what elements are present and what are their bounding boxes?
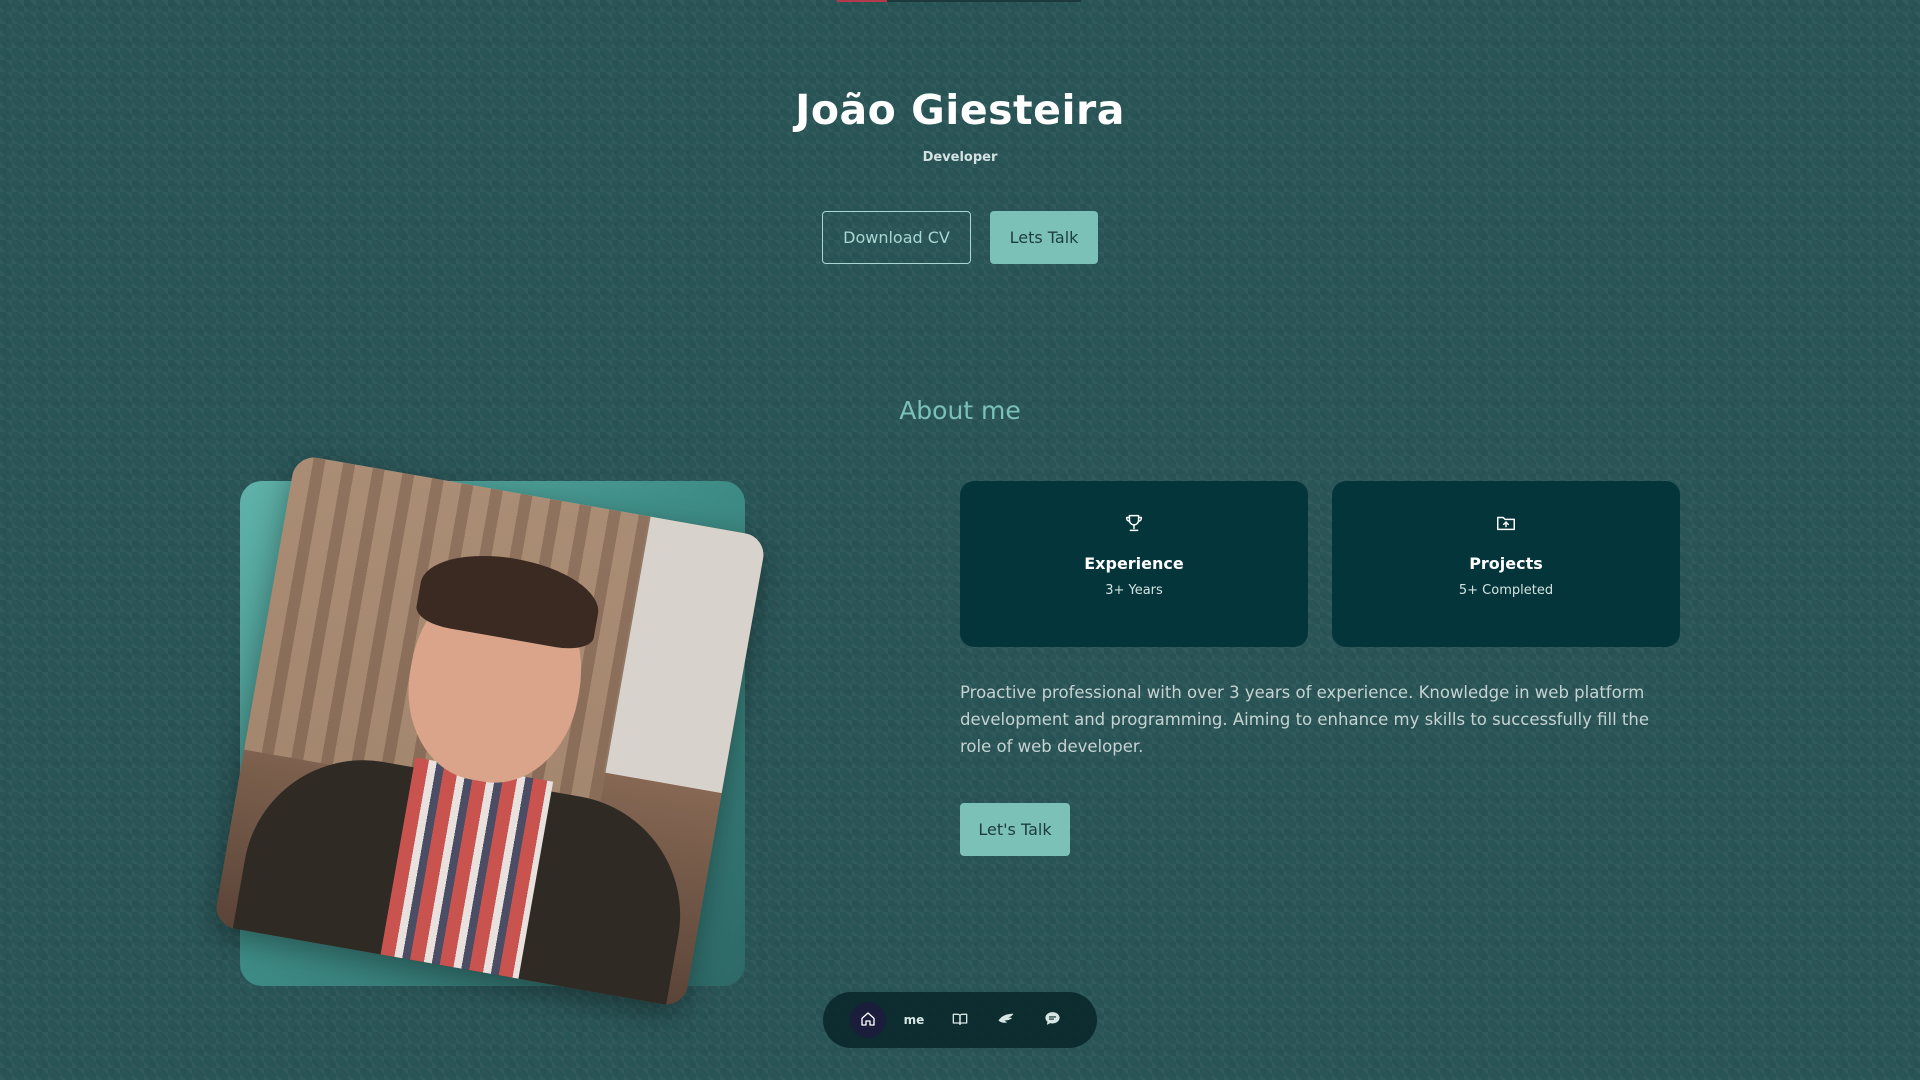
experience-card: Experience 3+ Years (960, 481, 1308, 647)
scroll-progress-fill (837, 0, 887, 2)
wing-icon (997, 1010, 1015, 1031)
nav-wing[interactable] (988, 1002, 1024, 1038)
download-cv-button[interactable]: Download CV (822, 211, 971, 264)
folder-icon (1495, 512, 1517, 534)
chat-icon (1044, 1010, 1061, 1030)
profile-photo (213, 454, 767, 1008)
projects-subtitle: 5+ Completed (1458, 583, 1554, 598)
nav-me-label: me (903, 1013, 925, 1027)
nav-chat[interactable] (1034, 1002, 1070, 1038)
lets-talk-button[interactable]: Lets Talk (990, 211, 1098, 264)
trophy-icon (1123, 512, 1145, 534)
scroll-progress-bar (837, 0, 1081, 2)
nav-home[interactable] (850, 1002, 886, 1038)
projects-card: Projects 5+ Completed (1332, 481, 1680, 647)
bottom-nav: me (823, 992, 1097, 1048)
experience-subtitle: 3+ Years (1105, 583, 1163, 598)
home-icon (860, 1011, 876, 1030)
nav-me[interactable]: me (896, 1002, 932, 1038)
hero-name: João Giesteira (795, 86, 1125, 134)
experience-title: Experience (1084, 554, 1184, 573)
about-lets-talk-button[interactable]: Let's Talk (960, 803, 1070, 856)
projects-title: Projects (1469, 554, 1543, 573)
book-icon (952, 1011, 968, 1030)
about-title: About me (899, 396, 1021, 425)
about-description: Proactive professional with over 3 years… (960, 683, 1650, 756)
nav-book[interactable] (942, 1002, 978, 1038)
hero-role: Developer (922, 150, 998, 165)
